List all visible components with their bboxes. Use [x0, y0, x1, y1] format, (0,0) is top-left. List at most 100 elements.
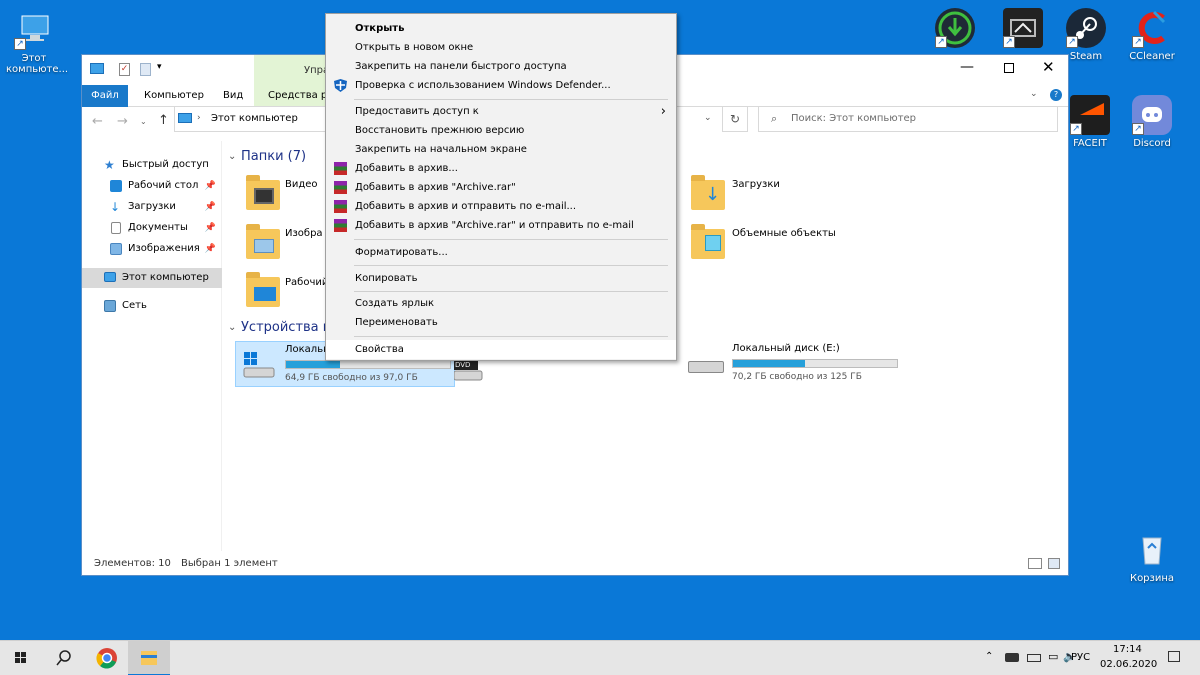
tray-chevron-icon[interactable]: ⌃ [985, 651, 993, 662]
folder-pictures[interactable]: Изобра [285, 228, 323, 239]
menu-item-give-access[interactable]: Предоставить доступ к › [326, 102, 676, 121]
folder-desktop[interactable]: Рабочий [285, 277, 328, 288]
collapse-chevron-icon[interactable]: ⌄ [228, 151, 236, 162]
ribbon-expand-icon[interactable]: ⌄ [1030, 89, 1038, 99]
desktop-icon-label: FACEIT [1073, 138, 1107, 149]
tab-computer[interactable]: Компьютер [136, 85, 212, 107]
winrar-icon [334, 219, 347, 232]
desktop-icon-this-pc[interactable]: ↗ Этот компьюте... [6, 10, 68, 75]
help-icon[interactable]: ? [1050, 89, 1062, 101]
dvd-drive-icon[interactable]: DVD [453, 361, 484, 381]
maximize-button[interactable] [1004, 63, 1014, 73]
menu-item-format[interactable]: Форматировать... [326, 243, 676, 262]
clock-date[interactable]: 02.06.2020 [1100, 659, 1157, 670]
menu-separator [354, 239, 668, 240]
desktop-icon-nvidia-app[interactable]: ↗ [927, 8, 983, 51]
search-button[interactable] [42, 641, 84, 675]
drive-e[interactable]: Локальный диск (E:) 70,2 ГБ свободно из … [684, 341, 924, 387]
desktop-icon-recycle-bin[interactable]: Корзина [1124, 530, 1180, 584]
shortcut-arrow-icon: ↗ [1070, 123, 1082, 135]
menu-item-properties[interactable]: Свойства [326, 340, 676, 359]
nav-item-this-pc[interactable]: Этот компьютер [82, 268, 222, 288]
3d-objects-folder-icon[interactable] [691, 224, 725, 259]
nav-item-pictures[interactable]: Изображения 📌 [82, 239, 222, 259]
address-dropdown-icon[interactable]: ⌄ [704, 113, 712, 123]
tab-file[interactable]: Файл [82, 85, 128, 107]
back-icon[interactable]: ← [92, 114, 103, 129]
language-indicator[interactable]: РУС [1071, 652, 1090, 663]
desktop-icon-discord[interactable]: ↗ Discord [1124, 95, 1180, 149]
shortcut-arrow-icon: ↗ [1132, 36, 1144, 48]
collapse-chevron-icon[interactable]: ⌄ [228, 322, 236, 333]
defender-shield-icon [334, 79, 347, 92]
up-icon[interactable]: ↑ [158, 113, 169, 128]
desktop-icon-geforce-app[interactable]: ↗ [995, 8, 1051, 51]
menu-item-label: Проверка с использованием Windows Defend… [355, 80, 611, 91]
nav-item-desktop[interactable]: Рабочий стол 📌 [82, 176, 222, 196]
folder-3d-objects[interactable]: Объемные объекты [732, 228, 836, 239]
folder-videos[interactable]: Видео [285, 179, 318, 190]
shortcut-arrow-icon: ↗ [1003, 36, 1015, 48]
menu-item-create-shortcut[interactable]: Создать ярлык [326, 294, 676, 313]
desktop-icon-label: Этот компьюте... [6, 53, 69, 75]
clock-time[interactable]: 17:14 [1113, 644, 1142, 655]
videos-folder-icon[interactable] [246, 175, 280, 210]
notifications-icon[interactable] [1168, 651, 1180, 662]
refresh-button[interactable]: ↻ [722, 106, 748, 132]
customize-qat-icon[interactable]: ▾ [157, 62, 162, 72]
start-button[interactable] [0, 641, 42, 675]
address-box[interactable]: › Этот компьютер [174, 106, 326, 132]
new-folder-icon[interactable] [140, 63, 151, 76]
drive-usage-fill [733, 360, 806, 367]
chrome-taskbar-button[interactable] [86, 641, 128, 675]
desktop-icon-label: Steam [1069, 51, 1103, 62]
folder-downloads[interactable]: Загрузки [732, 179, 780, 190]
breadcrumb-separator-icon[interactable]: › [197, 113, 201, 123]
pictures-folder-icon[interactable] [246, 224, 280, 259]
search-input[interactable]: ⌕ Поиск: Этот компьютер [758, 106, 1058, 132]
menu-item-open-new-window[interactable]: Открыть в новом окне [326, 38, 676, 57]
drive-free-space: 64,9 ГБ свободно из 97,0 ГБ [285, 373, 418, 383]
downloads-icon: ↓ [110, 200, 121, 214]
details-view-icon[interactable] [1028, 558, 1042, 569]
menu-item-pin-start[interactable]: Закрепить на начальном экране [326, 140, 676, 159]
menu-item-archive-email[interactable]: Добавить в архив и отправить по e-mail..… [326, 197, 676, 216]
desktop-folder-big-icon[interactable] [246, 272, 280, 307]
downloads-folder-icon[interactable]: ↓ [691, 175, 725, 210]
menu-item-copy[interactable]: Копировать [326, 269, 676, 288]
breadcrumb[interactable]: Этот компьютер [211, 113, 298, 124]
status-selection: Выбран 1 элемент [181, 558, 278, 569]
pin-icon: 📌 [204, 181, 216, 191]
status-bar: Элементов: 10 Выбран 1 элемент [82, 553, 1068, 575]
properties-icon[interactable]: ✓ [119, 63, 130, 76]
menu-item-add-archive-rar[interactable]: Добавить в архив "Archive.rar" [326, 178, 676, 197]
menu-item-archive-rar-email[interactable]: Добавить в архив "Archive.rar" и отправи… [326, 216, 676, 235]
forward-icon[interactable]: → [117, 114, 128, 129]
tab-view[interactable]: Вид [215, 85, 251, 107]
devices-group-header[interactable]: Устройства и [241, 320, 331, 335]
menu-item-defender-scan[interactable]: Проверка с использованием Windows Defend… [326, 76, 676, 95]
nav-item-network[interactable]: Сеть [82, 296, 222, 316]
folders-group-header[interactable]: Папки (7) [241, 149, 306, 164]
close-button[interactable]: ✕ [1042, 58, 1055, 76]
large-icons-view-icon[interactable] [1048, 558, 1060, 569]
menu-item-restore-version[interactable]: Восстановить прежнюю версию [326, 121, 676, 140]
desktop-icon-faceit[interactable]: ↗ FACEIT [1062, 95, 1118, 149]
menu-item-rename[interactable]: Переименовать [326, 313, 676, 332]
menu-item-add-archive[interactable]: Добавить в архив... [326, 159, 676, 178]
network-tray-icon[interactable]: ▭ [1048, 650, 1058, 663]
dvd-label: DVD [455, 361, 471, 369]
desktop-icon-ccleaner[interactable]: ↗ CCleaner [1124, 8, 1180, 62]
nav-item-quick-access[interactable]: ★ Быстрый доступ [82, 155, 222, 175]
shortcut-arrow-icon: ↗ [14, 38, 26, 50]
minimize-button[interactable]: — [960, 59, 974, 75]
faceit-icon: ↗ [1070, 95, 1110, 135]
nav-item-downloads[interactable]: ↓ Загрузки 📌 [82, 197, 222, 217]
menu-item-open[interactable]: Открыть [326, 19, 676, 38]
menu-item-pin-quick-access[interactable]: Закрепить на панели быстрого доступа [326, 57, 676, 76]
tray-app-icon[interactable] [1005, 653, 1019, 662]
explorer-taskbar-button[interactable] [128, 641, 170, 675]
nav-item-documents[interactable]: Документы 📌 [82, 218, 222, 238]
recent-locations-icon[interactable]: ⌄ [140, 117, 147, 126]
battery-icon[interactable] [1027, 654, 1041, 662]
